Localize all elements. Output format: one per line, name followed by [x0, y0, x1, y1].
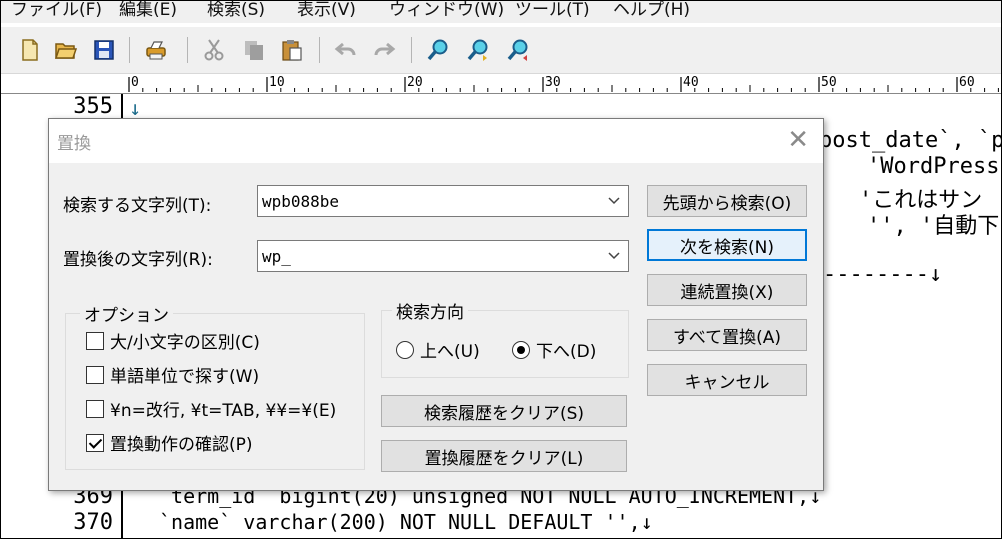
find-combobox[interactable]: [257, 185, 629, 217]
replace-all-button[interactable]: すべて置換(A): [647, 319, 807, 351]
redo-icon[interactable]: [371, 37, 397, 63]
chevron-down-icon[interactable]: [606, 193, 622, 209]
menu-window[interactable]: ウィンドウ(W): [389, 1, 504, 20]
menu-tools[interactable]: ツール(T): [515, 1, 590, 20]
direction-down-radio[interactable]: [512, 341, 530, 359]
cancel-button[interactable]: キャンセル: [647, 364, 807, 396]
ruler-label: 50: [821, 75, 837, 90]
escape-sequence-checkbox[interactable]: [86, 400, 104, 418]
app-window: ファイル(F) 編集(E) 検索(S) 表示(V) ウィンドウ(W) ツール(T…: [0, 0, 1002, 539]
case-sensitive-checkbox[interactable]: [86, 332, 104, 350]
line-number: 370: [73, 510, 113, 535]
options-group: オプション 大/小文字の区別(C) 単語単位で探す(W) ¥n=改行, ¥t=T…: [65, 301, 365, 470]
clear-search-history-button[interactable]: 検索履歴をクリア(S): [381, 395, 627, 427]
whole-word-label[interactable]: 単語単位で探す(W): [110, 362, 259, 387]
menu-help[interactable]: ヘルプ(H): [613, 1, 690, 20]
search-from-top-button[interactable]: 先頭から検索(O): [647, 185, 807, 217]
find-label: 検索する文字列(T):: [63, 196, 212, 216]
case-sensitive-label[interactable]: 大/小文字の区別(C): [110, 328, 260, 353]
toolbar-separator: [187, 37, 188, 63]
close-icon[interactable]: ✕: [787, 125, 809, 155]
toolbar: [1, 27, 1001, 74]
code-line: --------↓: [823, 262, 943, 287]
undo-icon[interactable]: [333, 37, 359, 63]
cut-icon[interactable]: [201, 37, 227, 63]
replace-label: 置換後の文字列(R):: [63, 250, 213, 270]
newline-mark: ↓: [129, 96, 142, 120]
chevron-down-icon[interactable]: [606, 248, 622, 264]
continuous-replace-button[interactable]: 連続置換(X): [647, 274, 807, 306]
column-ruler: 0 10 20 30 40 50 60: [1, 75, 1001, 94]
dialog-title: 置換: [57, 134, 91, 154]
whole-word-checkbox[interactable]: [86, 366, 104, 384]
confirm-replace-label[interactable]: 置換動作の確認(P): [110, 430, 253, 455]
ruler-label: 60: [959, 75, 975, 90]
code-line: '', '自動下: [867, 214, 1000, 239]
replace-combobox[interactable]: [257, 240, 629, 272]
direction-up-label[interactable]: 上へ(U): [420, 337, 480, 362]
ruler-label: 0: [131, 75, 139, 90]
confirm-replace-checkbox[interactable]: [86, 434, 104, 452]
find-input[interactable]: [258, 186, 588, 216]
print-icon[interactable]: [143, 37, 169, 63]
menu-file[interactable]: ファイル(F): [11, 1, 102, 20]
line-number: 355: [73, 94, 113, 119]
code-line: `name` varchar(200) NOT NULL DEFAULT '',…: [159, 510, 653, 534]
save-icon[interactable]: [91, 37, 117, 63]
ruler-label: 40: [683, 75, 699, 90]
code-line: 'WordPress: [867, 154, 1000, 179]
find-next-button[interactable]: 次を検索(N): [647, 229, 807, 261]
search-icon[interactable]: [425, 37, 451, 63]
toolbar-separator: [129, 37, 130, 63]
code-line: post_date`, `p: [819, 128, 1002, 153]
direction-group: 検索方向 上へ(U) 下へ(D): [381, 298, 629, 378]
search-next-icon[interactable]: [465, 37, 491, 63]
dialog-titlebar[interactable]: 置換 ✕: [49, 119, 823, 163]
ruler-ticks: [128, 77, 999, 92]
new-file-icon[interactable]: [17, 37, 43, 63]
menu-view[interactable]: 表示(V): [297, 1, 356, 20]
ruler-label: 10: [269, 75, 285, 90]
clear-replace-history-button[interactable]: 置換履歴をクリア(L): [381, 440, 627, 472]
replace-dialog: 置換 ✕ 検索する文字列(T): 置換後の文字列(R): オプション 大/小文字…: [48, 118, 824, 491]
replace-input[interactable]: [258, 241, 588, 271]
options-title: オプション: [80, 301, 173, 326]
direction-up-radio[interactable]: [396, 341, 414, 359]
menu-edit[interactable]: 編集(E): [119, 1, 177, 20]
copy-icon[interactable]: [241, 37, 267, 63]
direction-title: 検索方向: [392, 298, 468, 323]
ruler-label: 20: [407, 75, 423, 90]
escape-sequence-label[interactable]: ¥n=改行, ¥t=TAB, ¥¥=¥(E): [110, 396, 336, 421]
toolbar-separator: [319, 37, 320, 63]
ruler-label: 30: [545, 75, 561, 90]
paste-icon[interactable]: [279, 37, 305, 63]
direction-down-label[interactable]: 下へ(D): [536, 337, 596, 362]
line-number-divider: [121, 484, 123, 538]
menu-search[interactable]: 検索(S): [207, 1, 265, 20]
open-folder-icon[interactable]: [53, 37, 79, 63]
toolbar-separator: [411, 37, 412, 63]
menu-bar: ファイル(F) 編集(E) 検索(S) 表示(V) ウィンドウ(W) ツール(T…: [1, 1, 1001, 23]
search-prev-icon[interactable]: [505, 37, 531, 63]
